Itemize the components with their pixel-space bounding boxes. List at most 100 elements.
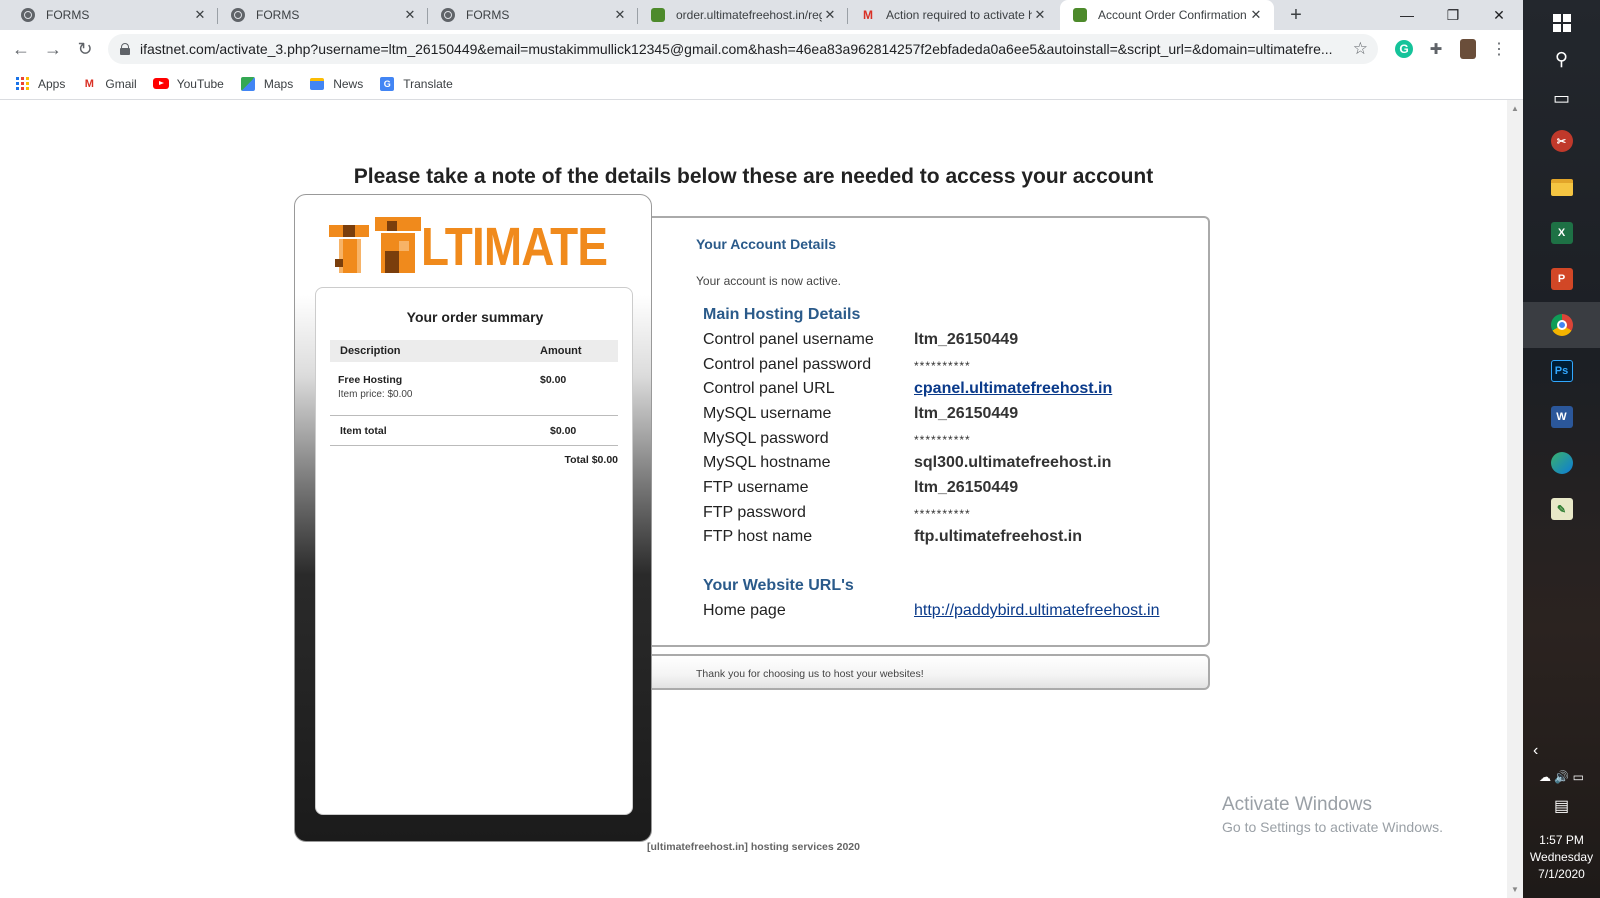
folder-icon (1550, 178, 1573, 196)
tab-order-register[interactable]: order.ultimatefreehost.in/reg ✕ (638, 0, 848, 30)
taskbar-app-notes[interactable]: ✎ (1523, 486, 1600, 532)
edge-icon (1550, 452, 1573, 474)
minimize-button[interactable]: ― (1384, 0, 1430, 30)
browser-window: FORMS ✕ FORMS ✕ FORMS ✕ order.ultimatefr… (0, 0, 1523, 898)
maps-icon (240, 76, 256, 92)
detail-row-cp-url: Control panel URL cpanel.ultimatefreehos… (703, 380, 1183, 405)
taskbar-app-word[interactable]: W (1523, 394, 1600, 440)
bookmark-maps[interactable]: Maps (240, 76, 293, 92)
restore-button[interactable]: ❐ (1430, 0, 1476, 30)
tab-forms-1[interactable]: FORMS ✕ (8, 0, 218, 30)
detail-value: ltm_26150449 (914, 479, 1019, 496)
order-table-header: Description Amount (330, 340, 618, 362)
scroll-down-icon[interactable]: ▼ (1511, 885, 1519, 894)
globe-icon (20, 7, 36, 23)
menu-kebab-icon[interactable]: ⋮ (1489, 39, 1509, 59)
bookmark-gmail[interactable]: M Gmail (81, 76, 137, 92)
scroll-up-icon[interactable]: ▲ (1511, 104, 1519, 113)
detail-label: Control panel URL (703, 380, 835, 397)
detail-label: FTP password (703, 504, 806, 521)
translate-icon: G (379, 76, 395, 92)
youtube-icon (152, 76, 169, 92)
tab-title: FORMS (46, 8, 90, 22)
order-summary-title: Your order summary (406, 309, 544, 325)
page-content: Please take a note of the details below … (0, 100, 1507, 898)
taskbar-app-photoshop[interactable]: Ps (1523, 348, 1600, 394)
detail-value: ltm_26150449 (914, 331, 1019, 348)
lock-icon[interactable] (120, 43, 130, 55)
cpanel-url-link[interactable]: cpanel.ultimatefreehost.in (914, 380, 1112, 398)
forward-arrow-icon[interactable]: → (40, 36, 66, 62)
taskbar-app-edge[interactable] (1523, 440, 1600, 486)
detail-label: MySQL password (703, 430, 829, 447)
tab-forms-2[interactable]: FORMS ✕ (218, 0, 428, 30)
column-header-description: Description (340, 345, 401, 357)
word-icon: W (1550, 406, 1573, 428)
watermark-subtitle: Go to Settings to activate Windows. (1222, 819, 1443, 835)
back-arrow-icon[interactable]: ← (8, 36, 34, 62)
bookmark-news[interactable]: News (309, 76, 363, 92)
detail-label: Home page (703, 602, 786, 619)
account-details-panel: Your Account Details Your account is now… (652, 216, 1210, 647)
item-amount: $0.00 (540, 374, 567, 386)
bookmarks-bar: Apps M Gmail YouTube Maps News G Transla… (0, 68, 1523, 100)
close-icon[interactable]: ✕ (1248, 7, 1264, 23)
detail-value: sql300.ultimatefreehost.in (914, 454, 1112, 471)
notepad-icon: ✎ (1550, 498, 1573, 520)
detail-value: ********** (914, 359, 971, 373)
detail-value: ftp.ultimatefreehost.in (914, 528, 1083, 545)
clock-time: 1:57 PM (1539, 833, 1584, 847)
url-text[interactable]: ifastnet.com/activate_3.php?username=ltm… (140, 41, 1340, 57)
detail-row-mysql-password: MySQL password ********** (703, 430, 1183, 455)
bookmark-label: Translate (403, 76, 453, 91)
system-tray-icons[interactable]: ☁ 🔊 ▭ (1523, 770, 1600, 784)
bookmark-label: Gmail (105, 76, 137, 91)
gmail-icon: M (84, 77, 94, 90)
detail-row-ftp-hostname: FTP host name ftp.ultimatefreehost.in (703, 528, 1183, 553)
bookmark-star-icon[interactable]: ☆ (1353, 39, 1368, 59)
bookmark-label: Maps (263, 76, 294, 91)
tab-forms-3[interactable]: FORMS ✕ (428, 0, 638, 30)
close-window-button[interactable]: ✕ (1476, 0, 1522, 30)
tab-gmail-action[interactable]: M Action required to activate h ✕ (848, 0, 1058, 30)
bookmark-youtube[interactable]: YouTube (152, 76, 224, 92)
gmail-icon: M (863, 8, 873, 22)
grammarly-extension-icon[interactable]: G (1395, 40, 1413, 58)
task-view-icon: ▭ (1552, 87, 1570, 108)
chrome-icon (1550, 314, 1573, 336)
close-icon[interactable]: ✕ (402, 7, 418, 23)
order-table: Description Amount Free Hosting Item pri… (330, 340, 618, 474)
bookmark-apps[interactable]: Apps (14, 76, 65, 92)
new-tab-button[interactable]: + (1284, 3, 1308, 27)
tab-account-order-confirmation[interactable]: Account Order Confirmation ✕ (1060, 0, 1274, 30)
taskbar-app-file-explorer[interactable] (1523, 164, 1600, 210)
item-price: Item price: $0.00 (338, 389, 413, 400)
close-icon[interactable]: ✕ (822, 7, 838, 23)
home-page-link[interactable]: http://paddybird.ultimatefreehost.in (914, 602, 1159, 620)
tab-title: Account Order Confirmation (1098, 8, 1247, 22)
taskbar-app-chrome[interactable] (1523, 302, 1600, 348)
page-scrollbar[interactable]: ▲ ▼ (1507, 100, 1523, 898)
website-url-section-title: Your Website URL's (703, 577, 854, 594)
profile-avatar[interactable] (1458, 39, 1478, 59)
page-headline: Please take a note of the details below … (353, 165, 1154, 188)
notification-icon[interactable]: ▤ (1523, 796, 1600, 816)
task-view-button[interactable]: ▭ (1523, 75, 1600, 121)
taskbar-clock[interactable]: 1:57 PM Wednesday 7/1/2020 (1523, 832, 1600, 883)
close-icon[interactable]: ✕ (192, 7, 208, 23)
close-icon[interactable]: ✕ (1032, 7, 1048, 23)
show-hidden-icons-chevron-icon[interactable]: ‹ (1523, 742, 1600, 760)
extensions-puzzle-icon[interactable]: ✚ (1426, 39, 1446, 59)
item-total-label: Item total (340, 424, 387, 437)
taskbar-app-snipping[interactable]: ✂ (1523, 118, 1600, 164)
excel-icon: X (1550, 222, 1573, 244)
tab-title: order.ultimatefreehost.in/reg (676, 8, 822, 22)
bookmark-translate[interactable]: G Translate (379, 76, 453, 92)
item-total-value: $0.00 (550, 424, 577, 437)
item-total-row: Item total $0.00 (330, 416, 618, 446)
reload-icon[interactable]: ↻ (72, 36, 98, 62)
close-icon[interactable]: ✕ (612, 7, 628, 23)
taskbar-app-powerpoint[interactable]: P (1523, 256, 1600, 302)
taskbar-app-excel[interactable]: X (1523, 210, 1600, 256)
address-bar[interactable]: ifastnet.com/activate_3.php?username=ltm… (108, 34, 1378, 64)
